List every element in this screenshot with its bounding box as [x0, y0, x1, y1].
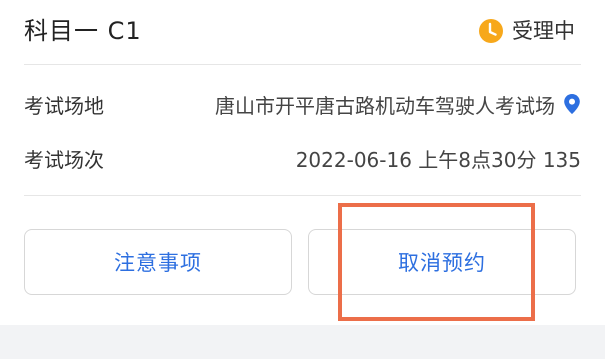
exam-session-label: 考试场次: [24, 147, 104, 172]
exam-venue-row: 考试场地 唐山市开平唐古路机动车驾驶人考试场: [24, 84, 581, 124]
divider: [24, 195, 581, 196]
appointment-card: 科目一 C1 受理中 考试场地 唐山市开平唐古路机动车驾驶人考试场 考试场次 2…: [0, 0, 605, 325]
clock-icon: [478, 18, 504, 44]
location-pin-icon[interactable]: [563, 93, 581, 115]
status-text: 受理中: [512, 19, 575, 43]
notes-button-label: 注意事项: [114, 251, 202, 275]
exam-session-value: 2022-06-16 上午8点30分 135: [295, 147, 581, 172]
exam-venue-value[interactable]: 唐山市开平唐古路机动车驾驶人考试场: [215, 90, 581, 119]
subject-title: 科目一 C1: [24, 17, 142, 45]
status-badge: 受理中: [478, 16, 575, 46]
cancel-appointment-button[interactable]: 取消预约: [308, 229, 576, 295]
exam-session-row: 考试场次 2022-06-16 上午8点30分 135: [24, 138, 581, 178]
card-header: 科目一 C1 受理中: [0, 0, 605, 64]
divider: [24, 64, 581, 65]
exam-venue-label: 考试场地: [24, 93, 104, 118]
notes-button[interactable]: 注意事项: [24, 229, 292, 295]
exam-venue-text: 唐山市开平唐古路机动车驾驶人考试场: [215, 93, 555, 118]
cancel-appointment-button-label: 取消预约: [398, 251, 486, 275]
